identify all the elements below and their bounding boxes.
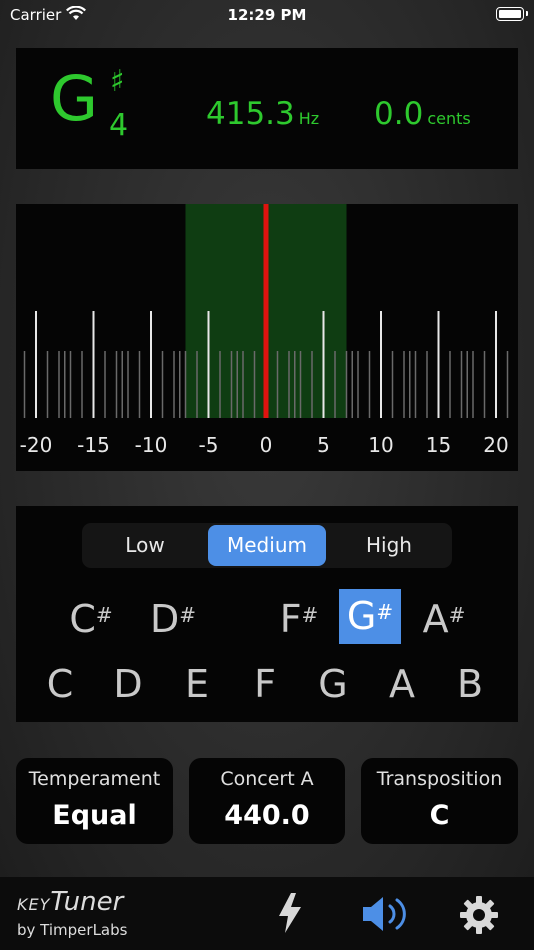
key-label: F <box>279 597 302 641</box>
temperament-label: Temperament <box>28 768 161 790</box>
cents-unit: cents <box>427 109 471 128</box>
logo-tuner: Tuner <box>50 887 124 917</box>
key-e[interactable]: E <box>173 662 221 706</box>
key-c[interactable]: C <box>36 662 84 706</box>
key-g-sharp[interactable]: G# <box>339 589 401 644</box>
meter-graphic: -20 -15 -10 -5 0 5 10 15 20 <box>20 204 509 457</box>
status-bar: Carrier 12:29 PM <box>0 0 534 30</box>
note-octave: 4 <box>109 108 129 143</box>
transposition-card[interactable]: Transposition C <box>361 758 518 844</box>
range-segmented-control[interactable]: Low Medium High <box>82 523 452 568</box>
frequency-unit: Hz <box>298 109 320 128</box>
app-logo: KEYTuner <box>17 887 123 917</box>
range-medium-option[interactable]: Medium <box>208 525 326 566</box>
logo-byline: by TimperLabs <box>17 921 128 939</box>
concert-a-label: Concert A <box>220 768 314 790</box>
tick-label: 15 <box>426 433 451 457</box>
range-high-option[interactable]: High <box>329 525 449 566</box>
key-d[interactable]: D <box>104 662 152 706</box>
frequency-value: 415.3 <box>206 96 295 132</box>
frequency-readout: 415.3 Hz <box>206 96 319 132</box>
gear-icon[interactable] <box>459 895 499 939</box>
key-c-sharp[interactable]: C# <box>66 594 116 644</box>
note-selector-panel: Low Medium High C# D# F# G# A# C D E F G… <box>16 506 518 722</box>
key-label: G <box>346 594 377 638</box>
key-label: A <box>422 597 449 641</box>
key-sharp-sign: # <box>301 603 319 627</box>
transposition-label: Transposition <box>376 768 503 790</box>
key-d-sharp[interactable]: D# <box>148 594 198 644</box>
cents-readout: 0.0 cents <box>374 96 471 132</box>
tick-label: 5 <box>317 433 330 457</box>
key-a[interactable]: A <box>378 662 426 706</box>
key-sharp-sign: # <box>376 600 394 624</box>
key-g[interactable]: G <box>309 662 357 706</box>
cents-value: 0.0 <box>374 96 424 132</box>
key-f-sharp[interactable]: F# <box>274 594 324 644</box>
concert-a-card[interactable]: Concert A 440.0 <box>189 758 345 844</box>
battery-icon <box>496 7 524 21</box>
note-letter: G <box>50 62 99 135</box>
key-sharp-sign: # <box>179 603 197 627</box>
key-sharp-sign: # <box>95 603 113 627</box>
tick-label: 0 <box>260 433 273 457</box>
tick-label: -20 <box>20 433 53 457</box>
key-a-sharp[interactable]: A# <box>419 594 469 644</box>
battery-tip <box>526 11 528 16</box>
key-label: D <box>149 597 180 641</box>
key-label: C <box>69 597 96 641</box>
concert-a-value: 440.0 <box>224 800 310 831</box>
range-low-option[interactable]: Low <box>85 525 205 566</box>
tuning-meter: -20 -15 -10 -5 0 5 10 15 20 <box>16 204 518 471</box>
tick-label: 10 <box>368 433 393 457</box>
temperament-card[interactable]: Temperament Equal <box>16 758 173 844</box>
key-sharp-sign: # <box>448 603 466 627</box>
lightning-icon[interactable] <box>277 893 303 937</box>
transposition-value: C <box>429 800 450 831</box>
tick-label: -15 <box>77 433 110 457</box>
key-b[interactable]: B <box>446 662 494 706</box>
logo-key: KEY <box>17 895 51 914</box>
tick-label: -5 <box>199 433 219 457</box>
tick-label: -10 <box>135 433 168 457</box>
tick-label: 20 <box>483 433 508 457</box>
note-readout-panel: G ♯ 4 415.3 Hz 0.0 cents <box>16 48 518 169</box>
clock: 12:29 PM <box>227 6 307 24</box>
bottom-toolbar: KEYTuner by TimperLabs <box>0 877 534 950</box>
temperament-value: Equal <box>52 800 137 831</box>
note-accidental: ♯ <box>110 64 125 99</box>
key-f[interactable]: F <box>241 662 289 706</box>
speaker-icon[interactable] <box>361 895 411 937</box>
